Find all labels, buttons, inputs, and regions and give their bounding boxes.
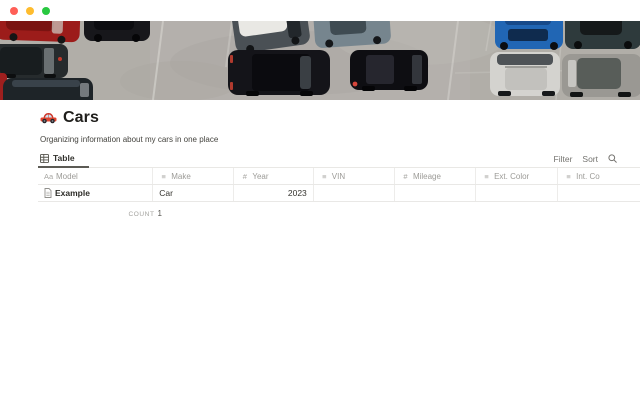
cell-mileage[interactable] — [395, 185, 476, 201]
column-header-make[interactable]: ≡Make — [153, 168, 234, 184]
search-icon[interactable] — [608, 154, 617, 163]
title-property-icon: Aa — [44, 172, 53, 181]
page-icon — [44, 188, 52, 198]
cell-make[interactable]: Car — [153, 185, 234, 201]
car-emoji-icon — [40, 111, 57, 125]
minimize-window-button[interactable] — [26, 7, 34, 15]
column-header-year[interactable]: #Year — [234, 168, 313, 184]
column-header-ext-color[interactable]: ≡Ext. Color — [476, 168, 558, 184]
cell-model[interactable]: Example — [38, 185, 153, 201]
notion-window: Cars Organizing information about my car… — [0, 0, 640, 400]
text-property-icon: ≡ — [482, 172, 491, 181]
page-title: Cars — [63, 109, 99, 127]
view-bar: Table Filter Sort — [38, 150, 640, 168]
table-row: Example Car 2023 — [38, 185, 640, 202]
number-property-icon: # — [401, 172, 410, 181]
cover-image — [0, 21, 640, 100]
page-description: Organizing information about my cars in … — [40, 135, 218, 144]
maximize-window-button[interactable] — [42, 7, 50, 15]
text-property-icon: ≡ — [320, 172, 329, 181]
column-header-mileage[interactable]: #Mileage — [395, 168, 476, 184]
count-label: COUNT — [128, 211, 154, 218]
database-table: AaModel ≡Make #Year ≡VIN #Mileage ≡Ext. … — [38, 168, 640, 202]
titlebar — [0, 0, 640, 21]
number-property-icon: # — [240, 172, 249, 181]
cell-year[interactable]: 2023 — [234, 185, 313, 201]
sort-button[interactable]: Sort — [582, 154, 598, 164]
filter-button[interactable]: Filter — [554, 154, 573, 164]
table-grid-icon — [40, 154, 49, 163]
count-value: 1 — [158, 209, 162, 218]
table-footer-count[interactable]: COUNT 1 — [38, 203, 162, 221]
column-header-int-color[interactable]: ≡Int. Co — [558, 168, 640, 184]
column-header-model[interactable]: AaModel — [38, 168, 153, 184]
text-property-icon: ≡ — [564, 172, 573, 181]
tab-table-view[interactable]: Table — [38, 150, 89, 168]
text-property-icon: ≡ — [159, 172, 168, 181]
cell-int-color[interactable] — [558, 185, 640, 201]
table-header-row: AaModel ≡Make #Year ≡VIN #Mileage ≡Ext. … — [38, 168, 640, 185]
column-header-vin[interactable]: ≡VIN — [314, 168, 395, 184]
close-window-button[interactable] — [10, 7, 18, 15]
cell-ext-color[interactable] — [476, 185, 558, 201]
tab-table-label: Table — [53, 153, 75, 163]
cell-vin[interactable] — [314, 185, 395, 201]
